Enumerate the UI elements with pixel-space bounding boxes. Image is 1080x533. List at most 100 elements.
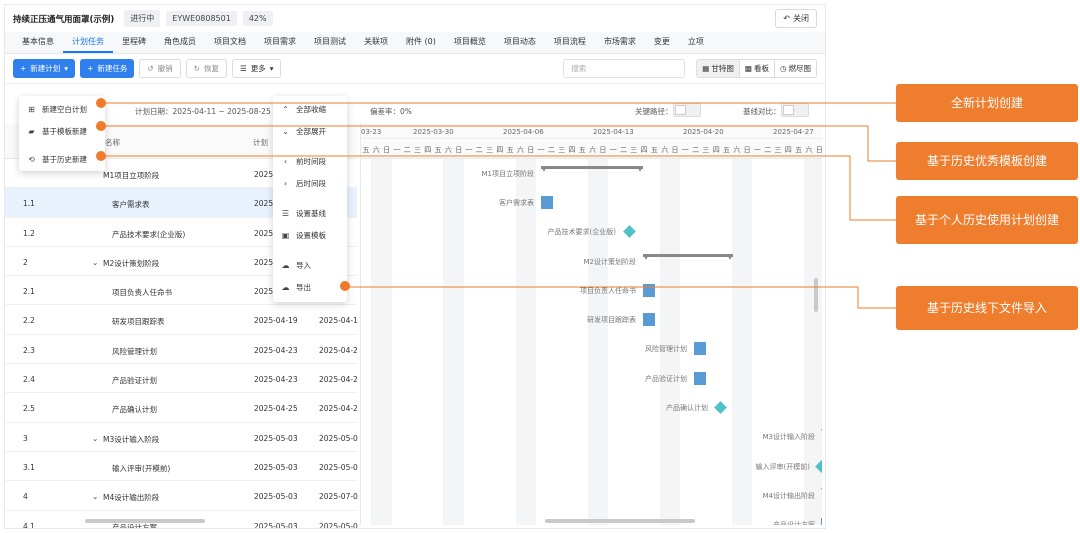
gantt-chart: 03-23 2025-03-30 2025-04-06 2025-04-13 2025-… [360, 123, 822, 525]
baseline-label: 基线对比： [743, 107, 781, 116]
day-label: 六 [372, 146, 380, 154]
cloud-download-icon: ☁ [281, 283, 290, 292]
row-number: 4.1 [23, 521, 35, 529]
tab-attachments[interactable]: 附件 (0) [397, 36, 445, 53]
menu-new-from-template[interactable]: ▰ 基于模板新建 [27, 126, 87, 137]
tab-milestones[interactable]: 里程碑 [113, 36, 155, 53]
chevron-down-icon[interactable]: ⌄ [92, 492, 98, 501]
tab-related[interactable]: 关联项 [355, 36, 397, 53]
table-row[interactable]: 2.3 风险管理计划 2025-04-23 2025-04-2 [5, 335, 358, 365]
table-row[interactable]: 2.2 研发项目跟踪表 2025-04-19 2025-04-1 [5, 305, 358, 335]
col-name-header: 名称 [105, 138, 120, 147]
menu-new-from-history[interactable]: ⟲ 基于历史新建 [27, 154, 87, 165]
critical-path-toggle[interactable] [673, 103, 701, 117]
vertical-scrollbar[interactable] [814, 278, 818, 312]
tab-testing[interactable]: 项目测试 [305, 36, 355, 53]
board-icon: ▩ [744, 64, 752, 73]
menu-new-blank-plan[interactable]: ⊞ 新建空白计划 [27, 104, 87, 115]
table-row[interactable]: 2.4 产品验证计划 2025-04-23 2025-04-2 [5, 364, 358, 394]
undo-label: 撤销 [157, 64, 173, 73]
menu-export[interactable]: ☁ 导出 [281, 282, 312, 293]
gantt-task-label: 产品设计方案 [773, 520, 815, 525]
baseline-toggle[interactable] [781, 103, 809, 117]
progress-badge: 42% [242, 11, 273, 26]
view-gantt-button[interactable]: ▦ 甘特图 [697, 60, 740, 77]
tab-documents[interactable]: 项目文档 [205, 36, 255, 53]
tab-changes[interactable]: 变更 [645, 36, 679, 53]
gantt-task-label: M1项目立项阶段 [481, 169, 535, 178]
plus-square-icon: ⊞ [28, 105, 35, 114]
day-label: 三 [702, 146, 710, 154]
menu-label: 全部展开 [296, 127, 326, 136]
week-label: 2025-03-30 [413, 128, 454, 136]
plus-icon: + [87, 64, 94, 73]
day-label: 一 [681, 146, 689, 154]
tab-plan-tasks[interactable]: 计划任务 [63, 36, 113, 53]
gantt-task-bar[interactable] [821, 518, 822, 525]
day-label: 四 [424, 146, 432, 154]
tab-basic-info[interactable]: 基本信息 [13, 36, 63, 53]
day-label: 一 [753, 146, 761, 154]
gantt-horizontal-scrollbar[interactable] [545, 519, 695, 523]
menu-set-template[interactable]: ▣ 设置模板 [281, 230, 326, 241]
tab-market[interactable]: 市场需求 [595, 36, 645, 53]
undo-button[interactable]: ↺ 撤销 [139, 59, 181, 78]
table-row[interactable]: 4 ⌄ M4设计输出阶段 2025-05-03 2025-07-0 [5, 481, 358, 511]
gantt-summary-bar[interactable] [541, 165, 643, 172]
tab-initiation[interactable]: 立项 [679, 36, 713, 53]
row-number: 1.2 [23, 228, 35, 238]
menu-expand-all[interactable]: ⌄ 全部展开 [281, 126, 326, 137]
search-input[interactable]: 搜索 [563, 59, 686, 78]
row-number: 3.1 [23, 462, 35, 472]
row-number: 2.5 [23, 404, 35, 414]
view-board-button[interactable]: ▩ 看板 [740, 60, 775, 77]
day-label: 二 [692, 146, 700, 154]
tab-activity[interactable]: 项目动态 [495, 36, 545, 53]
table-row[interactable]: 3.1 输入评审(开模前) 2025-05-03 2025-05-0 [5, 452, 358, 482]
tab-workflow[interactable]: 项目流程 [545, 36, 595, 53]
day-label: 五 [650, 146, 658, 154]
chevron-right-icon: › [283, 179, 288, 188]
task-name: 风险管理计划 [112, 346, 157, 356]
gantt-task-label: 客户需求表 [499, 198, 534, 207]
gantt-milestone[interactable] [714, 401, 727, 414]
new-plan-button[interactable]: + 新建计划 ▾ [13, 59, 76, 78]
start-date: 2025 [254, 170, 274, 179]
project-title: 持续正压通气用面罩(示例) [13, 14, 115, 25]
end-date: 2025-04-2 [319, 404, 358, 414]
gantt-summary-bar[interactable] [643, 253, 733, 260]
start-date: 2025-04-25 [254, 404, 298, 414]
gantt-task-bar[interactable] [694, 371, 706, 385]
menu-set-baseline[interactable]: ☰ 设置基线 [281, 208, 326, 219]
table-row[interactable]: 3 ⌄ M3设计输入阶段 2025-05-03 2025-05-0 [5, 423, 358, 452]
gantt-milestone[interactable] [623, 225, 636, 239]
view-burndown-button[interactable]: ◷ 燃尽图 [775, 60, 816, 77]
end-date: 2025-05-0 [319, 521, 358, 529]
gantt-task-bar[interactable] [643, 313, 655, 327]
more-button[interactable]: ☰ 更多 ▾ [231, 59, 282, 78]
tab-overview[interactable]: 项目概览 [445, 36, 495, 53]
menu-collapse-all[interactable]: ⌃ 全部收缩 [281, 104, 326, 115]
collapse-icon: ⌃ [282, 105, 289, 114]
grid-horizontal-scrollbar[interactable] [85, 519, 205, 523]
table-row[interactable]: 2.5 产品确认计划 2025-04-25 2025-04-2 [5, 393, 358, 423]
menu-import[interactable]: ☁ 导入 [281, 260, 312, 271]
tab-roles[interactable]: 角色成员 [155, 36, 205, 53]
deviation-rate: 偏差率：0% [370, 107, 412, 116]
chevron-down-icon[interactable]: ⌄ [92, 258, 98, 267]
menu-previous-period[interactable]: ‹ 前时间段 [281, 156, 326, 167]
new-task-button[interactable]: + 新建任务 [80, 59, 135, 78]
callout-from-template: 基于历史优秀模板创建 [896, 142, 1078, 180]
start-date: 2025 [254, 287, 274, 297]
close-button[interactable]: ↶ 关闭 [775, 9, 817, 28]
tab-requirements[interactable]: 项目需求 [255, 36, 305, 53]
gantt-task-label: 研发项目跟踪表 [587, 316, 636, 325]
redo-button[interactable]: ↻ 恢复 [185, 59, 227, 78]
gantt-task-bar[interactable] [694, 342, 706, 356]
menu-next-period[interactable]: › 后时间段 [281, 178, 326, 189]
gantt-task-label: M2设计策划阶段 [583, 257, 637, 266]
gantt-task-bar[interactable] [643, 283, 655, 297]
gantt-milestone[interactable] [815, 459, 822, 473]
chevron-down-icon[interactable]: ⌄ [92, 434, 98, 443]
gantt-task-bar[interactable] [541, 195, 553, 209]
